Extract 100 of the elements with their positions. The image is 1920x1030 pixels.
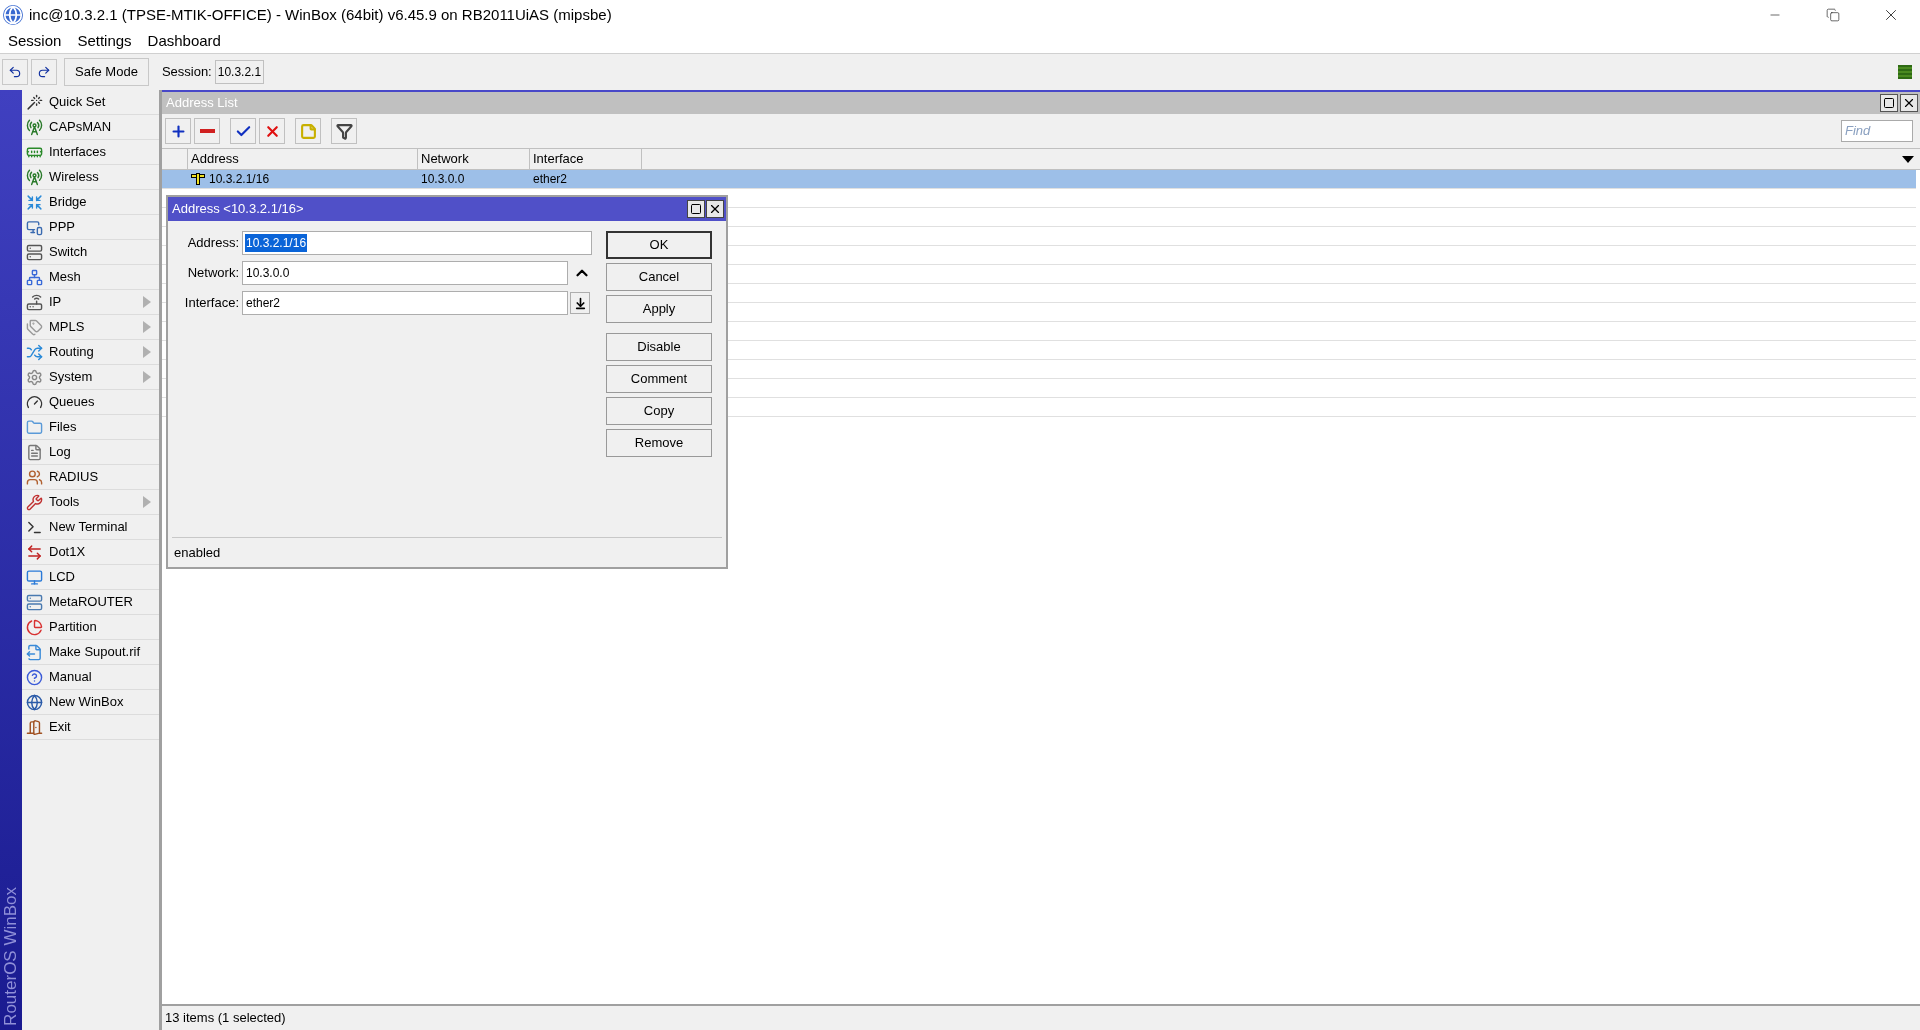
dropdown-button[interactable] — [570, 292, 590, 314]
app-globe-icon — [3, 5, 23, 25]
sidebar-item[interactable]: System — [22, 365, 159, 390]
status-indicator-icon — [1898, 65, 1912, 79]
tags-icon — [26, 318, 43, 336]
dialog-button[interactable]: Comment — [606, 365, 712, 393]
table-cell-text: ether2 — [533, 171, 568, 188]
dialog-button[interactable]: Cancel — [606, 263, 712, 291]
field-value: 10.3.0.0 — [245, 265, 291, 282]
sidebar-item[interactable]: Switch — [22, 240, 159, 265]
sidebar-item[interactable]: Files — [22, 415, 159, 440]
table-row[interactable]: 10.3.2.1/16 10.3.0.0 ether2 — [162, 170, 1916, 189]
sidebar-item[interactable]: MPLS — [22, 315, 159, 340]
remove-button[interactable] — [194, 118, 220, 144]
table-cell-text: 10.3.0.0 — [421, 171, 465, 188]
maximize-button[interactable] — [687, 200, 705, 218]
maximize-icon — [1883, 97, 1895, 109]
input-field[interactable]: 10.3.0.0 — [242, 261, 568, 285]
gauge-icon — [26, 393, 43, 411]
input-field[interactable]: ether2 — [242, 291, 568, 315]
globe-icon — [26, 693, 43, 711]
redo-button[interactable] — [31, 59, 57, 85]
address-icon — [191, 173, 205, 185]
network-icon — [26, 268, 43, 286]
sidebar-item[interactable]: Manual — [22, 665, 159, 690]
session-label: Session: — [161, 63, 212, 82]
menu-item[interactable]: Session — [0, 30, 70, 53]
sidebar-item[interactable]: Interfaces — [22, 140, 159, 165]
sidebar-item[interactable]: Log — [22, 440, 159, 465]
close-button[interactable] — [1900, 94, 1918, 112]
input-field[interactable]: 10.3.2.1/16 — [242, 231, 592, 255]
sidebar-item[interactable]: Tools — [22, 490, 159, 515]
field-value: ether2 — [245, 295, 282, 312]
document-icon — [26, 643, 43, 661]
menu-item[interactable]: Settings — [69, 30, 140, 53]
sidebar-item[interactable]: RADIUS — [22, 465, 159, 490]
sidebar-item[interactable]: Routing — [22, 340, 159, 365]
status-text: 13 items (1 selected) — [165, 1009, 286, 1028]
sidebar-item[interactable]: Quick Set — [22, 90, 159, 115]
redo-icon — [37, 65, 51, 79]
maximize-button[interactable] — [1880, 94, 1898, 112]
close-icon — [708, 202, 722, 216]
sidebar-item[interactable]: Exit — [22, 715, 159, 740]
sidebar-item[interactable]: PPP — [22, 215, 159, 240]
note-icon — [299, 122, 317, 140]
disable-button[interactable] — [259, 118, 285, 144]
minus-icon — [199, 129, 215, 133]
down-arrow-icon — [573, 296, 587, 310]
column-menu-icon[interactable] — [1902, 155, 1914, 163]
folder-icon — [26, 418, 43, 436]
sidebar-item[interactable]: New Terminal — [22, 515, 159, 540]
filter-button[interactable] — [331, 118, 357, 144]
settings-icon — [26, 368, 43, 386]
sidebar-item[interactable]: Mesh — [22, 265, 159, 290]
undo-icon — [8, 65, 22, 79]
filter-icon — [335, 122, 353, 140]
column-header[interactable]: Interface — [530, 149, 642, 169]
column-header[interactable]: Address — [188, 149, 418, 169]
dialog-button[interactable]: OK — [606, 231, 712, 259]
field-label: Interface: — [183, 294, 240, 313]
undo-button[interactable] — [2, 59, 28, 85]
sidebar-item[interactable]: LCD — [22, 565, 159, 590]
field-label: Network: — [186, 264, 240, 283]
sidebar-item[interactable]: Dot1X — [22, 540, 159, 565]
sidebar-item[interactable]: Partition — [22, 615, 159, 640]
sidebar-item[interactable]: Bridge — [22, 190, 159, 215]
antenna-icon — [26, 118, 43, 136]
menu-item[interactable]: Dashboard — [139, 30, 229, 53]
router-icon — [26, 293, 43, 311]
maximize-icon — [690, 203, 702, 215]
dialog-button[interactable]: Remove — [606, 429, 712, 457]
pie-chart-icon — [26, 618, 43, 636]
sidebar-item[interactable]: Queues — [22, 390, 159, 415]
sidebar-item[interactable]: IP — [22, 290, 159, 315]
add-button[interactable] — [165, 118, 191, 144]
window-title: inc@10.3.2.1 (TPSE-MTIK-OFFICE) - WinBox (64bit) v6.45.9 on RB2011UiAS (mipsbe) — [29, 4, 612, 25]
column-header[interactable]: Network — [418, 149, 530, 169]
sidebar-item[interactable]: New WinBox — [22, 690, 159, 715]
field-label: Address: — [186, 234, 240, 253]
monitor-icon — [26, 218, 43, 236]
dialog-button[interactable]: Apply — [606, 295, 712, 323]
wand-icon — [26, 93, 43, 111]
sidebar-item[interactable]: Make Supout.rif — [22, 640, 159, 665]
dialog-button[interactable]: Disable — [606, 333, 712, 361]
sidebar-item[interactable]: Wireless — [22, 165, 159, 190]
monitor-icon — [26, 568, 43, 586]
users-icon — [26, 468, 43, 486]
sidebar-item[interactable]: MetaROUTER — [22, 590, 159, 615]
shuffle-icon — [26, 343, 43, 361]
door-icon — [26, 718, 43, 736]
field-value: 10.3.2.1/16 — [245, 234, 308, 252]
safe-mode-button[interactable]: Safe Mode — [64, 58, 149, 86]
help-icon — [26, 668, 43, 686]
enable-button[interactable] — [230, 118, 256, 144]
brand-text: RouterOS WinBox — [0, 887, 22, 1026]
close-button[interactable] — [706, 200, 724, 218]
close-icon — [1902, 96, 1916, 110]
table-cell-text: 10.3.2.1/16 — [209, 171, 270, 188]
sidebar-item[interactable]: CAPsMAN — [22, 115, 159, 140]
dialog-button[interactable]: Copy — [606, 397, 712, 425]
